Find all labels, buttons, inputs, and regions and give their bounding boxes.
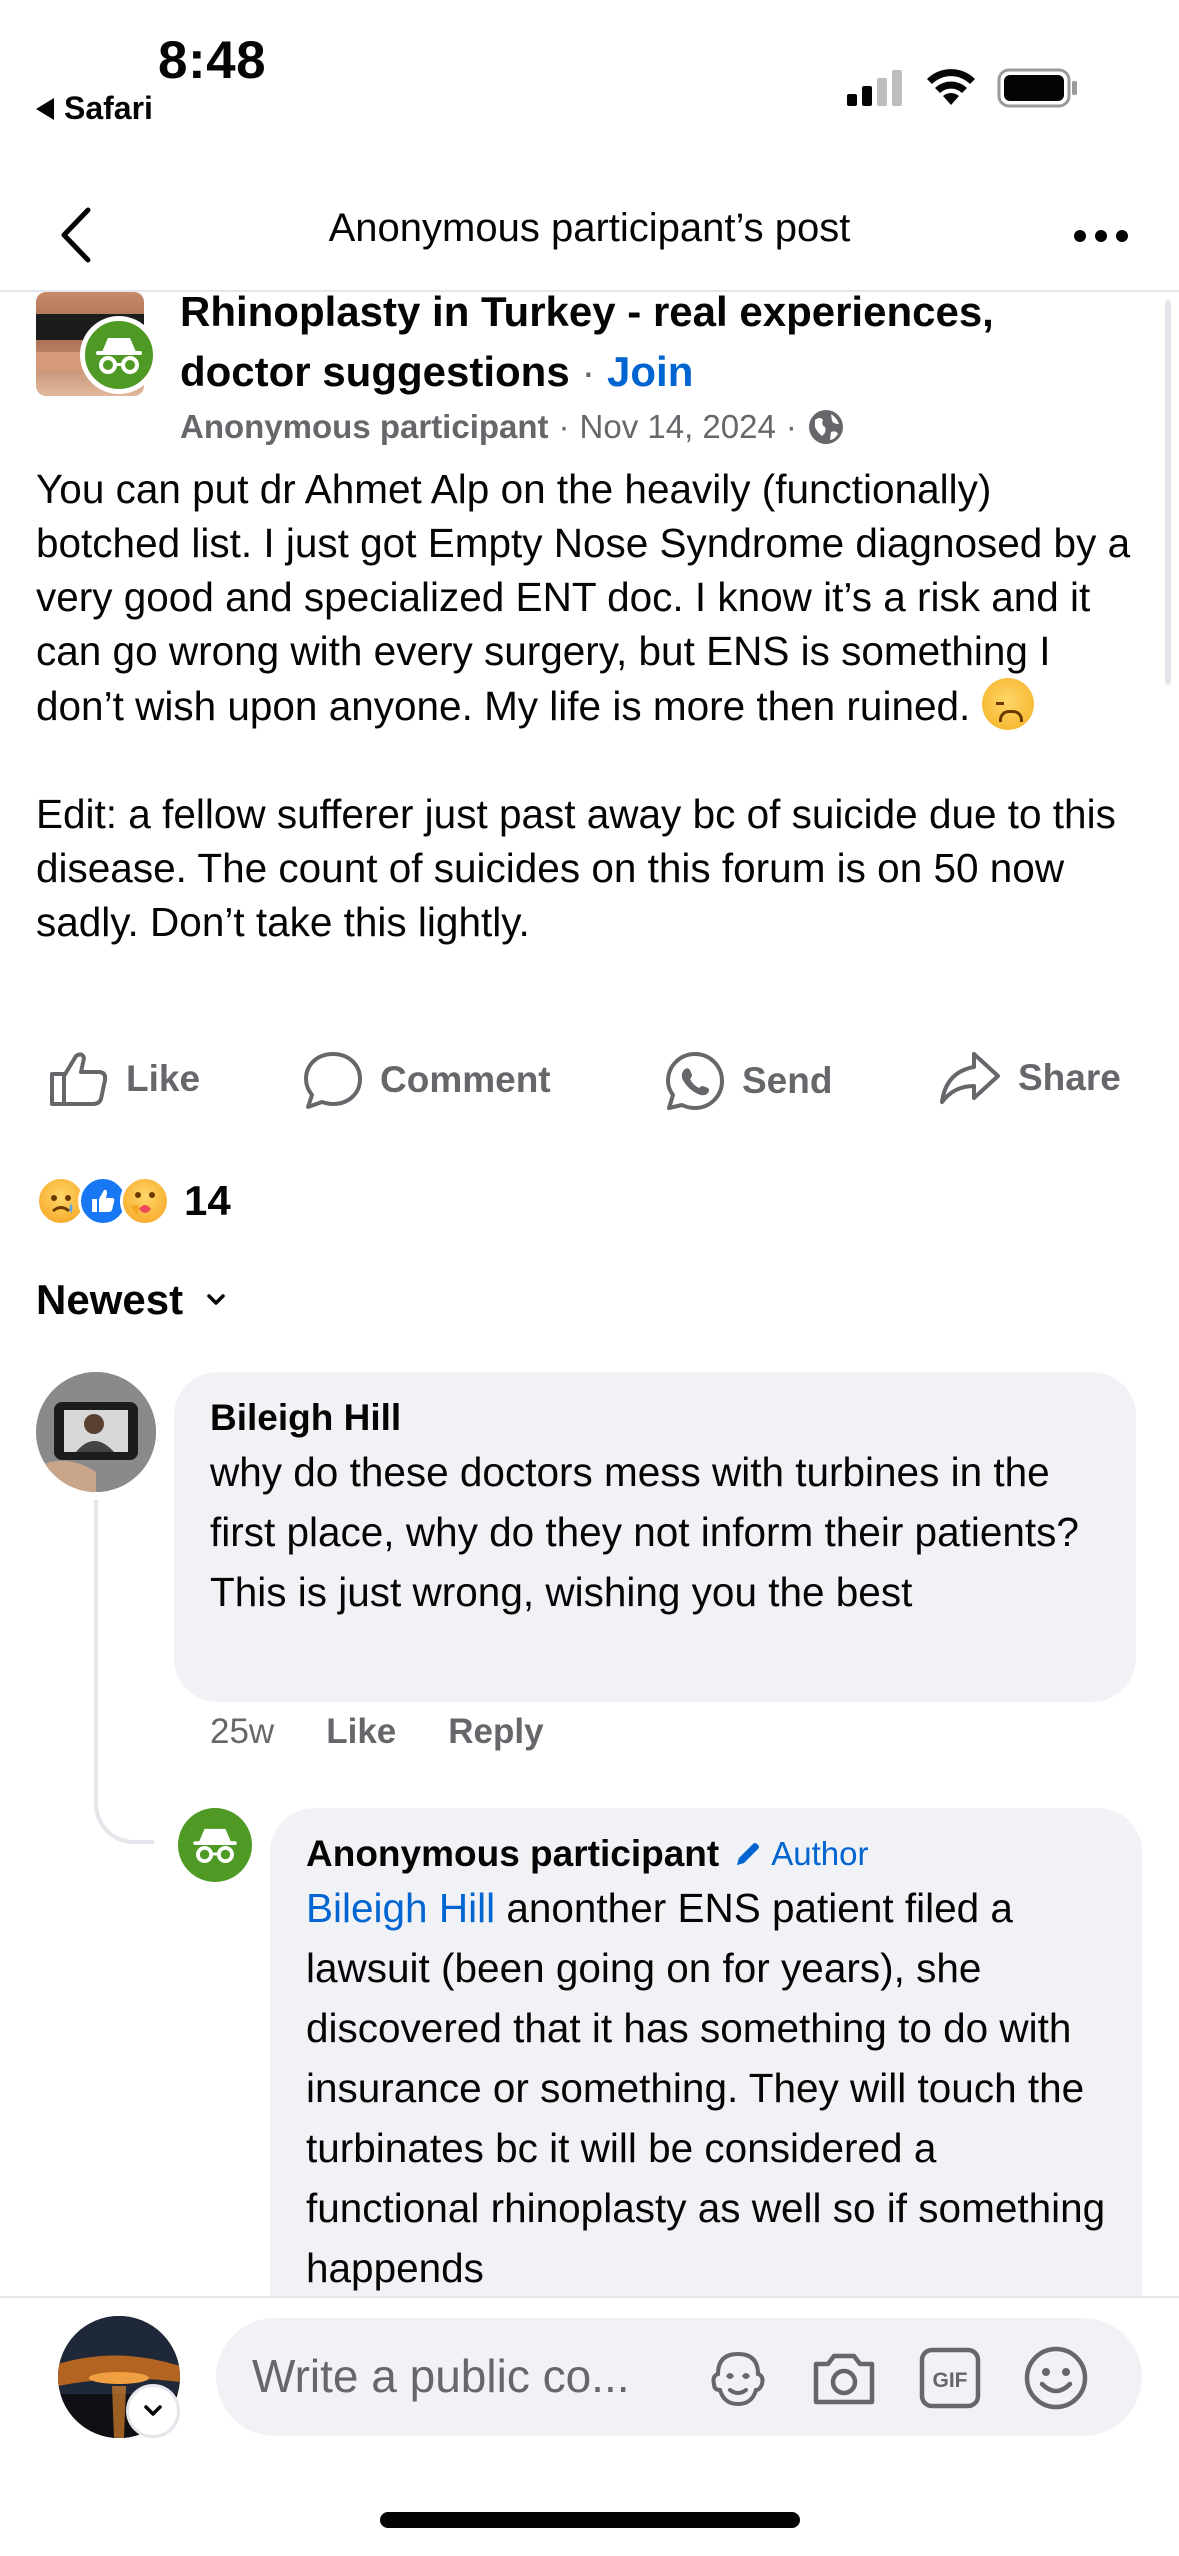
separator-dot: · (581, 348, 596, 395)
comment-button[interactable]: Comment (302, 1050, 551, 1110)
battery-icon (997, 68, 1077, 108)
more-dot-icon (1074, 230, 1086, 242)
pencil-icon (737, 1843, 760, 1865)
camera-icon (813, 2353, 875, 2405)
post-meta: Anonymous participant · Nov 14, 2024 · (180, 408, 845, 446)
emoji-button[interactable] (1018, 2340, 1094, 2416)
share-label: Share (1018, 1057, 1121, 1098)
sort-label: Newest (36, 1276, 184, 1323)
incognito-icon (96, 338, 142, 374)
comment-time: 25w (210, 1712, 275, 1751)
post-date[interactable]: Nov 14, 2024 (580, 408, 776, 446)
send-button[interactable]: Send (664, 1050, 832, 1112)
care-reaction-icon (120, 1176, 170, 1226)
reply-body: anonther ENS patient filed a lawsuit (be… (306, 1885, 1106, 2291)
chevron-down-icon (207, 1294, 225, 1305)
comment-meta: 25w Like Reply (210, 1712, 544, 1752)
gif-button[interactable]: GIF (912, 2340, 988, 2416)
post-action-bar: Like Comment Send Share (0, 1040, 1179, 1130)
author-badge: Author (733, 1835, 868, 1873)
more-dot-icon (1116, 230, 1128, 242)
author-badge-label: Author (771, 1835, 869, 1872)
back-triangle-icon (36, 97, 54, 120)
comment-label: Comment (380, 1059, 551, 1100)
post-author[interactable]: Anonymous participant (180, 408, 549, 446)
thumbs-up-icon (50, 1052, 108, 1106)
reply-header: Anonymous participant Author (306, 1830, 1106, 1878)
status-time: 8:48 (158, 31, 267, 90)
whatsapp-icon (666, 1052, 724, 1110)
comment-bubble[interactable]: Bileigh Hill why do these doctors mess w… (174, 1372, 1136, 1702)
group-name-line: Rhinoplasty in Turkey - real experiences… (180, 282, 1100, 402)
comment-like-button[interactable]: Like (326, 1712, 396, 1752)
send-label: Send (742, 1060, 833, 1101)
camera-button[interactable] (806, 2340, 882, 2416)
avatar-sticker-icon (711, 2351, 765, 2407)
thread-connector (94, 1780, 154, 1844)
reaction-count: 14 (184, 1177, 231, 1224)
cellular-signal-icon (847, 70, 902, 106)
page-title: Anonymous participant’s post (328, 206, 851, 250)
back-to-app-link[interactable]: Safari (36, 90, 153, 127)
commenter-avatar[interactable] (36, 1372, 156, 1492)
svg-text:GIF: GIF (933, 2369, 968, 2392)
like-button[interactable]: Like (48, 1050, 200, 1108)
share-button[interactable]: Share (938, 1050, 1121, 1106)
post-body: You can put dr Ahmet Alp on the heavily … (36, 462, 1146, 949)
globe-icon (808, 410, 843, 444)
back-app-label: Safari (64, 90, 153, 126)
commenter-name[interactable]: Bileigh Hill (210, 1394, 1100, 1442)
join-group-button[interactable]: Join (607, 348, 693, 395)
mention-link[interactable]: Bileigh Hill (306, 1885, 495, 1931)
chevron-down-icon (144, 2405, 162, 2416)
comment-sort-dropdown[interactable]: Newest (36, 1276, 227, 1324)
avatar-sticker-button[interactable] (700, 2340, 776, 2416)
incognito-icon (193, 1828, 237, 1863)
comment-reply-button[interactable]: Reply (448, 1712, 543, 1752)
reaction-summary[interactable]: 14 (36, 1176, 231, 1226)
meta-separator: · (558, 408, 570, 445)
status-icons (845, 68, 1079, 108)
switch-profile-button[interactable] (126, 2384, 180, 2438)
comment-input[interactable] (252, 2346, 672, 2406)
smiley-icon (1024, 2346, 1088, 2410)
thread-line (94, 1500, 98, 1810)
scroll-indicator[interactable] (1165, 300, 1171, 685)
more-options-button[interactable] (1063, 208, 1139, 264)
home-indicator[interactable] (380, 2512, 800, 2528)
comment-text: why do these doctors mess with turbines … (210, 1449, 1079, 1615)
more-dot-icon (1095, 230, 1107, 242)
post-body-paragraph: You can put dr Ahmet Alp on the heavily … (36, 466, 1142, 729)
anonymous-avatar (80, 316, 158, 394)
reply-text: Bileigh Hill anonther ENS patient filed … (306, 1878, 1106, 2298)
post-body-edit: Edit: a fellow sufferer just past away b… (36, 791, 1128, 945)
reply-author-name[interactable]: Anonymous participant (306, 1830, 719, 1878)
meta-separator: · (785, 408, 797, 445)
wifi-icon (927, 69, 975, 105)
disappointed-face-emoji-icon (981, 678, 1034, 730)
share-arrow-icon (940, 1052, 1000, 1104)
like-label: Like (126, 1058, 201, 1099)
comment-input-container[interactable]: GIF (216, 2318, 1142, 2436)
nav-header: Anonymous participant’s post (0, 180, 1179, 292)
gif-icon: GIF (919, 2347, 981, 2409)
comment-bubble-icon (304, 1052, 362, 1109)
anonymous-avatar (178, 1808, 252, 1882)
